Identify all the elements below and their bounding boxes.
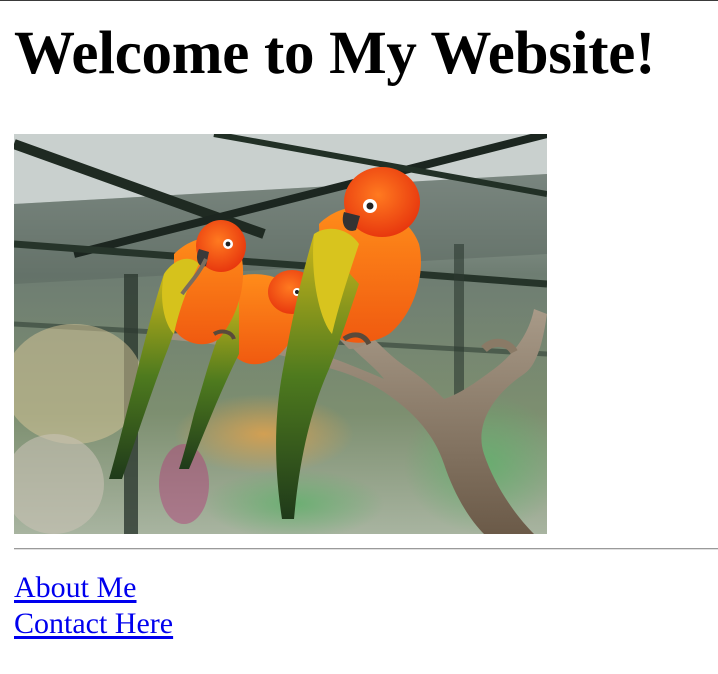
page-title: Welcome to My Website! — [14, 20, 656, 87]
link-list: About Me Contact Here — [14, 570, 173, 642]
parrot-photo — [14, 134, 547, 534]
contact-here-link[interactable]: Contact Here — [14, 606, 173, 642]
divider — [14, 548, 718, 550]
about-me-link[interactable]: About Me — [14, 570, 173, 606]
top-border — [0, 0, 718, 1]
